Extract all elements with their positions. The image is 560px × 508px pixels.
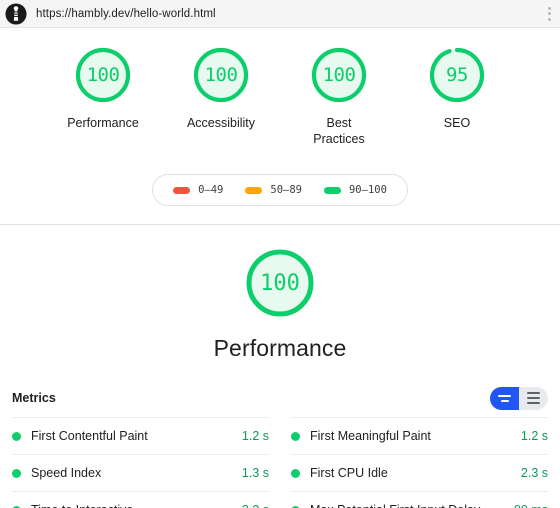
toggle-bar <box>527 392 540 394</box>
gauge-ring: 95 <box>428 46 486 104</box>
lighthouse-logo <box>5 2 27 25</box>
score-value: 100 <box>86 64 120 86</box>
gauge-ring: 100 <box>310 46 368 104</box>
toggle-bar <box>527 397 540 399</box>
metric-value: 90 ms <box>514 503 548 508</box>
metrics-list: First Contentful Paint 1.2 s Speed Index… <box>0 417 560 508</box>
score-label: SEO <box>443 116 471 130</box>
legend-range: 50–89 <box>270 184 302 196</box>
page-url[interactable]: https://hambly.dev/hello-world.html <box>36 8 216 20</box>
score-value: 100 <box>204 64 238 86</box>
performance-score-value: 100 <box>260 270 300 296</box>
score-label: Best Practices <box>313 116 365 146</box>
status-dot-pass <box>12 468 21 478</box>
legend-item-average: 50–89 <box>245 184 302 196</box>
toggle-simple-view[interactable] <box>490 386 519 410</box>
legend-swatch-red <box>173 186 191 194</box>
performance-title: Performance <box>213 335 347 361</box>
score-gauge-performance[interactable]: 100 Performance <box>59 46 147 131</box>
gauge-ring: 100 <box>192 46 250 104</box>
metric-row[interactable]: Max Potential First Input Delay 90 ms <box>291 491 548 508</box>
metric-name: Speed Index <box>31 466 102 480</box>
score-value: 95 <box>446 64 468 86</box>
metric-value: 1.3 s <box>241 466 269 480</box>
metric-name: First CPU Idle <box>310 466 388 480</box>
metric-row[interactable]: Time to Interactive 2.2 s <box>12 491 269 508</box>
metric-row[interactable]: First Meaningful Paint 1.2 s <box>291 417 548 454</box>
kebab-dot <box>548 6 551 10</box>
score-value: 100 <box>322 64 356 86</box>
more-options-icon[interactable] <box>548 6 551 21</box>
score-legend: 0–49 50–89 90–100 <box>0 174 560 206</box>
metric-name: First Meaningful Paint <box>310 429 431 443</box>
score-label: Accessibility <box>186 116 256 130</box>
kebab-dot <box>548 17 551 21</box>
metric-name: First Contentful Paint <box>31 429 148 443</box>
metrics-heading: Metrics <box>12 391 56 405</box>
legend-item-fail: 0–49 <box>173 184 223 196</box>
category-scores: 100 Performance 100 Accessibility 100 Be… <box>0 28 560 224</box>
toggle-bar <box>500 399 509 402</box>
metric-value: 2.3 s <box>520 466 548 480</box>
score-gauge-seo[interactable]: 95 SEO <box>413 46 501 131</box>
status-dot-pass <box>291 431 300 441</box>
status-dot-pass <box>291 468 300 478</box>
metrics-column-left: First Contentful Paint 1.2 s Speed Index… <box>12 417 269 508</box>
kebab-dot <box>548 12 551 15</box>
metric-row[interactable]: Speed Index 1.3 s <box>12 454 269 491</box>
legend-swatch-orange <box>245 186 263 194</box>
metric-name: Time to Interactive <box>31 503 242 508</box>
toggle-bar <box>498 394 511 397</box>
performance-gauge: 100 <box>244 247 316 319</box>
score-gauge-best-practices[interactable]: 100 Best Practices <box>295 46 383 147</box>
toggle-expanded-view[interactable] <box>519 387 548 410</box>
metric-value: 2.2 s <box>242 503 269 508</box>
metric-name: Max Potential First Input Delay <box>310 503 514 508</box>
status-dot-pass <box>12 431 21 441</box>
metrics-column-right: First Meaningful Paint 1.2 s First CPU I… <box>291 417 548 508</box>
metric-row[interactable]: First Contentful Paint 1.2 s <box>12 417 269 454</box>
score-label: Performance <box>67 116 139 130</box>
performance-section: 100 Performance <box>0 225 560 362</box>
metric-value: 1.2 s <box>241 429 269 443</box>
metric-value: 1.2 s <box>520 429 548 443</box>
browser-top-bar: https://hambly.dev/hello-world.html <box>0 0 560 28</box>
legend-range: 0–49 <box>198 184 224 196</box>
metrics-header: Metrics <box>0 386 560 410</box>
legend-item-pass: 90–100 <box>323 184 387 196</box>
toggle-bar <box>527 402 540 404</box>
metrics-view-toggle[interactable] <box>490 386 548 410</box>
legend-swatch-green <box>323 186 341 194</box>
metric-row[interactable]: First CPU Idle 2.3 s <box>291 454 548 491</box>
score-gauge-accessibility[interactable]: 100 Accessibility <box>177 46 265 131</box>
legend-range: 90–100 <box>348 184 387 196</box>
gauge-ring: 100 <box>74 46 132 104</box>
